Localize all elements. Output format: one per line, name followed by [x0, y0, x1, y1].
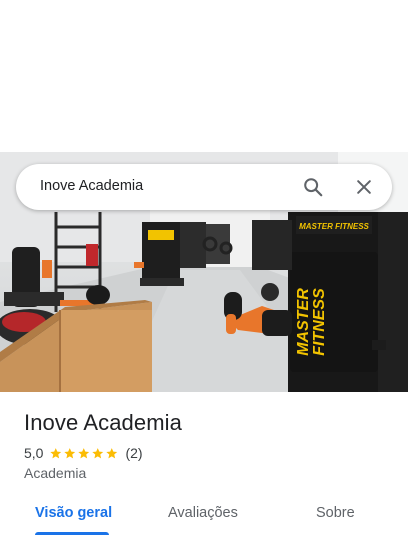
search-input[interactable]: Inove Academia: [40, 178, 143, 194]
tab-bar: Visão geral Avaliações Sobre: [0, 492, 408, 544]
star-icon: [106, 447, 118, 458]
rating-row[interactable]: 5,0 (2): [24, 444, 143, 462]
rating-value: 5,0: [24, 445, 44, 461]
search-bar[interactable]: Inove Academia: [16, 164, 392, 210]
tab-reviews[interactable]: Avaliações: [168, 505, 238, 521]
star-icon: [50, 447, 62, 458]
active-tab-indicator: [35, 532, 109, 535]
place-title: Inove Academia: [24, 410, 182, 435]
tab-overview[interactable]: Visão geral: [35, 505, 112, 521]
svg-text:MASTER: MASTER: [295, 288, 312, 356]
svg-text:FITNESS: FITNESS: [311, 288, 328, 356]
review-count[interactable]: (2): [125, 445, 142, 461]
search-icon[interactable]: [302, 176, 324, 198]
star-icon: [64, 447, 76, 458]
svg-text:MASTER FITNESS: MASTER FITNESS: [299, 222, 369, 231]
tab-about[interactable]: Sobre: [316, 505, 355, 521]
star-icon: [92, 447, 104, 458]
star-rating: [49, 447, 119, 460]
place-category: Academia: [24, 465, 87, 481]
star-icon: [78, 447, 90, 458]
close-icon[interactable]: [354, 177, 374, 197]
